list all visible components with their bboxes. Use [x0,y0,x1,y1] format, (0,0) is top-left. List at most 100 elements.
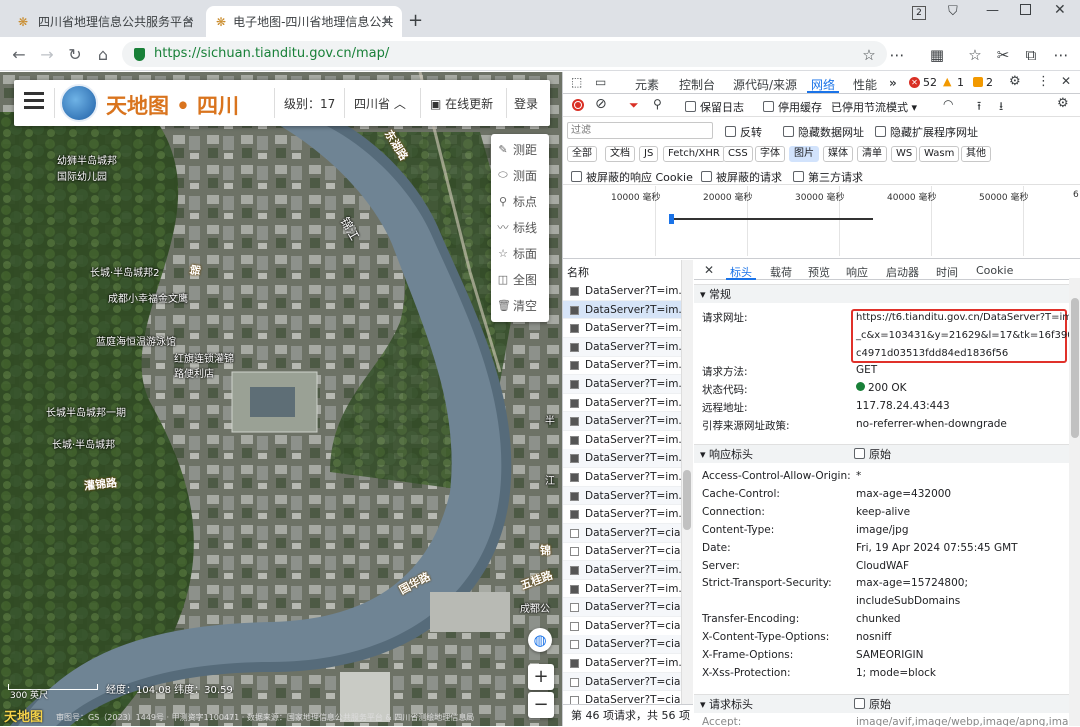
request-url-line[interactable]: https://t6.tianditu.gov.cn/DataServer?T=… [856,312,1069,323]
detail-tab-preview[interactable]: 预览 [808,264,830,280]
type-filter-other[interactable]: 其他 [961,146,991,162]
reload-icon[interactable]: ↻ [66,45,84,64]
close-devtools-icon[interactable]: ✕ [1061,74,1071,88]
detail-tab-initiator[interactable]: 启动器 [886,264,919,280]
type-filter-img[interactable]: 图片 [789,146,819,162]
request-row[interactable]: DataServer?T=im... [563,505,681,524]
request-row[interactable]: DataServer?T=im... [563,319,681,338]
profile-badge[interactable]: 2 [912,6,926,20]
name-column-header[interactable]: 名称 [567,264,589,280]
url-bar[interactable]: https://sichuan.tianditu.gov.cn/map/ [122,41,887,67]
detail-tab-timing[interactable]: 时间 [936,264,958,280]
request-row[interactable]: DataServer?T=im... [563,300,681,320]
request-row[interactable]: DataServer?T=im... [563,356,681,376]
menu-dots-icon[interactable]: ⋯ [888,46,906,64]
kebab-menu-icon[interactable]: ⋮ [1037,74,1050,89]
request-row[interactable]: DataServer?T=im... [563,486,681,506]
clear-icon[interactable]: ⊘ [595,96,607,112]
warning-count[interactable]: 1 [957,76,964,89]
tool-measure-area[interactable]: ⬭ 测面 [497,162,545,188]
request-row[interactable]: DataServer?T=cia... [563,617,681,636]
detail-scrollbar[interactable] [1069,278,1080,726]
filter-input[interactable] [567,122,713,139]
tool-full-extent[interactable]: ◫ 全图 [497,266,545,292]
record-icon[interactable] [572,99,584,111]
request-row[interactable]: DataServer?T=im... [563,431,681,450]
close-window-icon[interactable]: ✕ [1054,2,1066,18]
raw-checkbox[interactable]: 原始 [854,695,891,714]
type-filter-doc[interactable]: 文档 [605,146,635,162]
close-detail-icon[interactable]: ✕ [704,263,714,277]
inspect-icon[interactable]: ⬚ [571,75,582,89]
back-arrow-icon[interactable]: ← [10,45,28,64]
search-icon[interactable]: ⚲ [653,97,662,111]
detail-tab-response[interactable]: 响应 [846,264,868,280]
preserve-log-checkbox[interactable]: 保留日志 [685,99,744,115]
info-count[interactable]: 2 [986,76,993,89]
request-row[interactable]: DataServer?T=im... [563,412,681,431]
minimize-icon[interactable]: — [986,3,999,18]
request-row[interactable]: DataServer?T=cia... [563,691,681,704]
filter-funnel-icon[interactable]: ⏷ [629,98,639,113]
raw-checkbox[interactable]: 原始 [854,445,891,464]
response-headers-section[interactable]: ▾ 响应标头 原始 [694,444,1069,463]
request-row[interactable]: DataServer?T=cia... [563,635,681,655]
third-party-checkbox[interactable]: 第三方请求 [793,169,863,185]
tool-mark-line[interactable]: 〰标线 [497,214,545,240]
extensions-grid-icon[interactable]: ▦ [928,46,946,64]
device-toggle-icon[interactable]: ▭ [595,75,606,89]
type-filter-ws[interactable]: WS [891,146,918,162]
invert-checkbox[interactable]: 反转 [725,124,762,140]
detail-tab-cookies[interactable]: Cookie [976,264,1013,277]
hide-data-urls-checkbox[interactable]: 隐藏数据网址 [783,124,864,140]
favorites-icon[interactable]: ☆ [966,46,984,64]
error-count[interactable]: 52 [923,76,937,89]
browser-tab-2[interactable]: ❋ 电子地图-四川省地理信息公共 ✕ [206,6,402,37]
login-button[interactable]: 登录 [514,95,538,112]
network-settings-icon[interactable]: ⚙ [1057,96,1069,111]
type-filter-media[interactable]: 媒体 [823,146,853,162]
home-icon[interactable]: ⌂ [94,45,112,64]
request-row[interactable]: DataServer?T=cia... [563,542,681,562]
zoom-in-button[interactable]: + [528,664,554,690]
browser-tab-1[interactable]: ❋ 四川省地理信息公共服务平台 ✕ [8,6,204,37]
request-row[interactable]: DataServer?T=im... [563,375,681,394]
tab-elements[interactable]: 元素 [635,76,659,93]
type-filter-font[interactable]: 字体 [755,146,785,162]
new-tab-button[interactable]: + [408,10,423,31]
request-row[interactable]: DataServer?T=im... [563,394,681,413]
tool-clear[interactable]: 🗑 清空 [497,292,545,318]
hamburger-menu-icon[interactable] [24,92,44,95]
general-section-header[interactable]: ▾ 常规 [694,284,1069,303]
type-filter-js[interactable]: JS [639,146,659,162]
request-url-line[interactable]: _c&x=103431&y=21629&l=17&tk=16f390a [856,330,1069,341]
type-filter-manifest[interactable]: 清单 [857,146,887,162]
close-tab-icon[interactable]: ✕ [184,14,194,28]
timeline-overview-bar[interactable] [669,218,873,220]
tab-performance[interactable]: 性能 [853,76,877,93]
browser-menu-icon[interactable]: ⋯ [1052,46,1070,64]
type-filter-css[interactable]: CSS [723,146,753,162]
region-selector[interactable]: 四川省 ︿ [354,95,406,112]
request-row[interactable]: DataServer?T=cia... [563,672,681,692]
export-har-icon[interactable]: ⭳ [999,97,1003,118]
import-har-icon[interactable]: ⭱ [977,97,981,118]
request-row[interactable]: DataServer?T=im... [563,282,681,301]
request-row[interactable]: DataServer?T=im... [563,580,681,599]
type-filter-fetch[interactable]: Fetch/XHR [663,146,725,162]
tab-sources[interactable]: 源代码/来源 [733,76,797,93]
hide-extension-urls-checkbox[interactable]: 隐藏扩展程序网址 [875,124,978,140]
forward-arrow-icon[interactable]: → [38,45,56,64]
bookmark-star-icon[interactable]: ☆ [860,46,878,64]
wifi-conditions-icon[interactable]: ◠ [943,97,953,111]
collections-icon[interactable]: ⧉ [1022,46,1040,64]
more-tabs-icon[interactable]: » [889,76,897,90]
type-filter-wasm[interactable]: Wasm [919,146,960,162]
globe-icon[interactable]: ◍ [528,628,552,652]
request-headers-section[interactable]: ▾ 请求标头 原始 [694,694,1069,713]
request-row[interactable]: DataServer?T=im... [563,561,681,580]
throttling-select[interactable]: 已停用节流模式 ▾ [831,99,917,115]
request-row[interactable]: DataServer?T=cia... [563,523,681,543]
request-row[interactable]: DataServer?T=im... [563,337,681,357]
blocked-cookies-checkbox[interactable]: 被屏蔽的响应 Cookie [571,169,693,185]
